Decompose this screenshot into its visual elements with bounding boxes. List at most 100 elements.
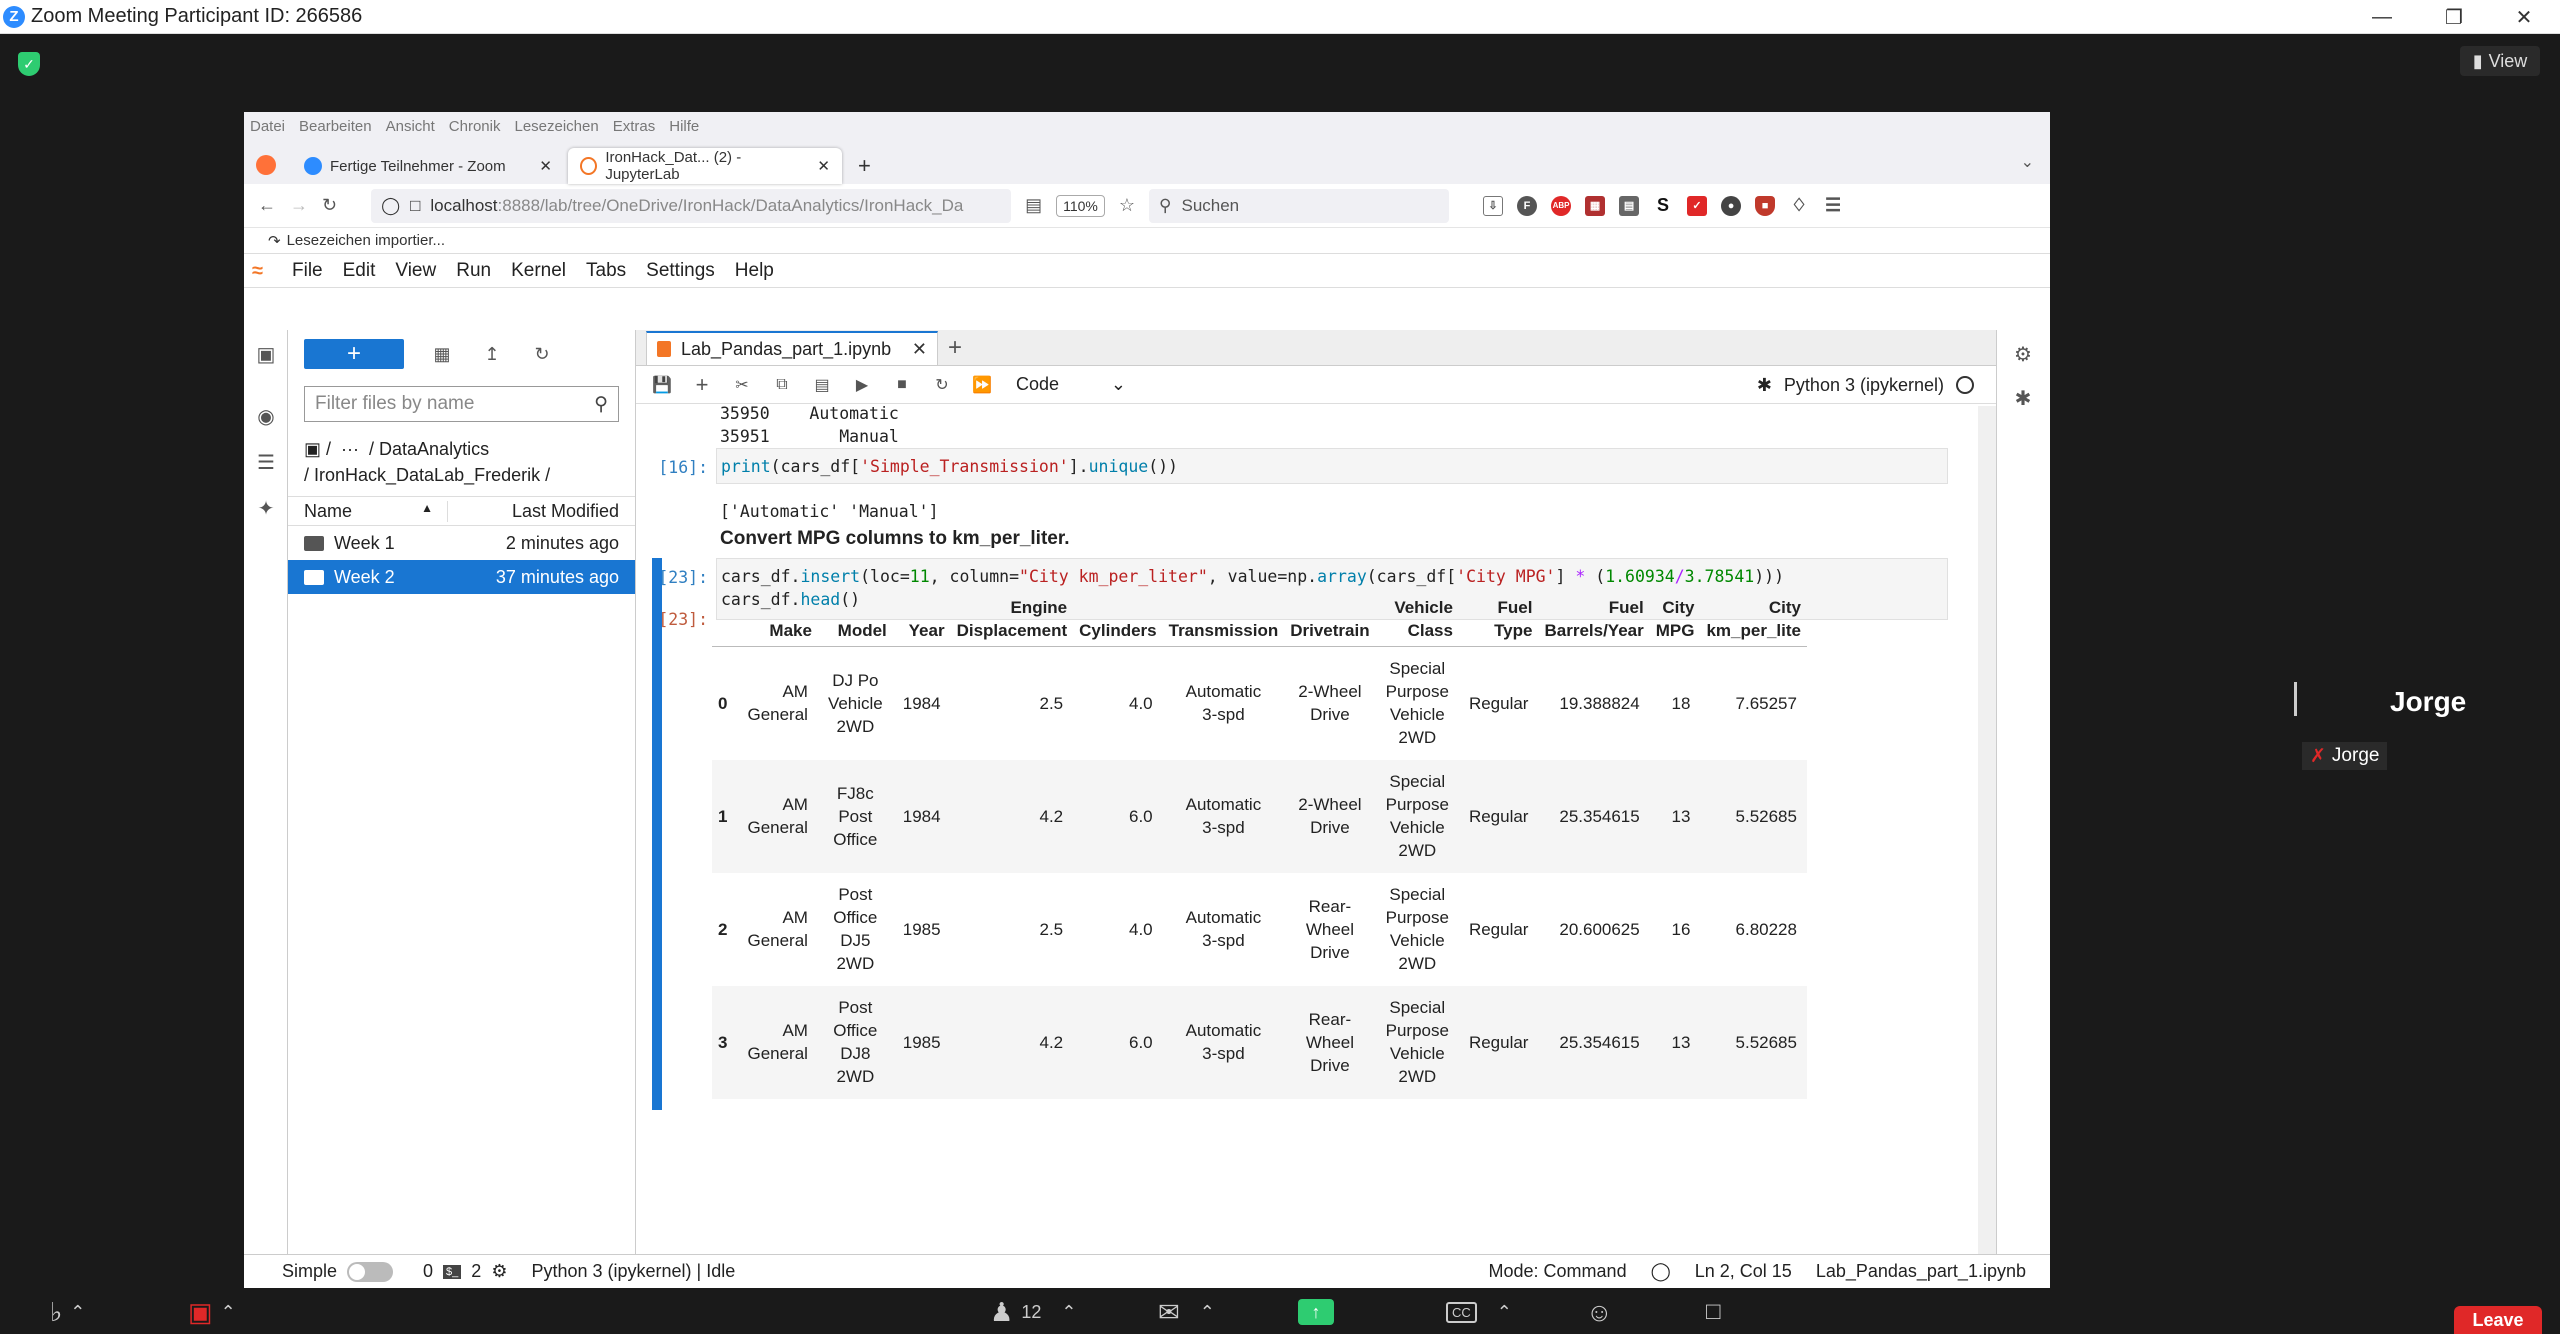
running-icon[interactable]: ◉ xyxy=(254,404,278,428)
new-folder-icon[interactable]: ▦ xyxy=(430,342,454,366)
new-tab-button[interactable]: + xyxy=(846,148,883,184)
column-name-header[interactable]: Name ▲ xyxy=(288,500,448,522)
insert-cell-icon[interactable]: + xyxy=(690,372,714,397)
menu-bearbeiten[interactable]: Bearbeiten xyxy=(299,118,372,135)
menu-datei[interactable]: Datei xyxy=(250,118,285,135)
f-extension-icon[interactable]: F xyxy=(1517,195,1538,216)
toc-icon[interactable]: ☰ xyxy=(254,450,278,474)
upload-icon[interactable]: ↥ xyxy=(480,342,504,366)
mode-indicator[interactable]: Mode: Command xyxy=(1489,1261,1627,1282)
reader-extension-icon[interactable]: ▤ xyxy=(1619,195,1640,216)
restart-icon[interactable]: ↻ xyxy=(930,373,954,397)
todo-extension-icon[interactable]: ▦ xyxy=(1585,195,1606,216)
chevron-up-icon[interactable]: ⌃ xyxy=(70,1302,85,1323)
zoom-level[interactable]: 110% xyxy=(1056,194,1105,217)
participants-control[interactable]: ♟ 12 ⌃ xyxy=(990,1290,1076,1334)
jmenu-tabs[interactable]: Tabs xyxy=(586,260,626,282)
terminal-count[interactable]: 0 xyxy=(423,1261,433,1282)
jmenu-run[interactable]: Run xyxy=(456,260,491,282)
hamburger-menu-icon[interactable]: ☰ xyxy=(1823,195,1844,216)
trusted-shield-icon[interactable]: ◯ xyxy=(1651,1261,1671,1282)
paste-icon[interactable]: ▤ xyxy=(810,373,834,397)
file-row-week-1[interactable]: Week 1 2 minutes ago xyxy=(288,526,635,560)
copy-icon[interactable]: ⧉ xyxy=(770,373,794,397)
jmenu-view[interactable]: View xyxy=(395,260,436,282)
cut-icon[interactable]: ✂ xyxy=(730,373,754,397)
apps-control[interactable]: □ xyxy=(1706,1290,1721,1334)
search-input[interactable]: ⚲ Suchen xyxy=(1149,188,1450,223)
jmenu-help[interactable]: Help xyxy=(735,260,774,282)
minimize-icon[interactable]: — xyxy=(2352,0,2412,34)
video-control[interactable]: ▣ ⌃ xyxy=(188,1290,236,1334)
audio-control[interactable]: ♭ ⌃ xyxy=(50,1290,85,1334)
bookmark-star-icon[interactable]: ☆ xyxy=(1119,195,1135,216)
menu-lesezeichen[interactable]: Lesezeichen xyxy=(514,118,598,135)
pdf-extension-icon[interactable]: ✓ xyxy=(1687,195,1708,216)
page-info-icon[interactable]: □ xyxy=(410,196,420,216)
tab-zoom[interactable]: Fertige Teilnehmer - Zoom ✕ xyxy=(292,148,564,184)
jmenu-edit[interactable]: Edit xyxy=(343,260,376,282)
breadcrumb[interactable]: ▣ / ··· / DataAnalytics / IronHack_DataL… xyxy=(288,430,635,488)
breadcrumb-line1[interactable]: / ··· / DataAnalytics xyxy=(326,439,489,459)
chevron-up-icon[interactable]: ⌃ xyxy=(1200,1302,1215,1323)
extension-icon[interactable]: ● xyxy=(1721,195,1742,216)
reader-mode-icon[interactable]: ▤ xyxy=(1025,195,1042,216)
kernel-status[interactable]: Python 3 (ipykernel) | Idle xyxy=(531,1261,735,1282)
pocket-icon[interactable]: ⇩ xyxy=(1483,195,1504,216)
back-icon[interactable]: ← xyxy=(258,195,276,216)
extensions-puzzle-icon[interactable]: ♢ xyxy=(1789,195,1810,216)
menu-hilfe[interactable]: Hilfe xyxy=(669,118,699,135)
close-tab-icon[interactable]: ✕ xyxy=(912,339,927,360)
simple-mode-toggle[interactable] xyxy=(347,1261,394,1282)
notebook-scrollbar[interactable] xyxy=(1978,406,1996,1254)
reactions-control[interactable]: ☺ xyxy=(1586,1290,1613,1334)
kernel-count[interactable]: 2 xyxy=(471,1261,481,1282)
restore-icon[interactable]: ❐ xyxy=(2424,0,2484,34)
debugger-bug-icon[interactable]: ✱ xyxy=(2011,386,2035,410)
bookmark-import[interactable]: Lesezeichen importier... xyxy=(287,232,445,249)
forward-icon[interactable]: → xyxy=(290,195,308,216)
tab-list-chevron-icon[interactable]: ⌄ xyxy=(2021,152,2034,172)
kernel-indicator[interactable]: ✱ Python 3 (ipykernel) xyxy=(1757,366,1974,404)
cell-16-code[interactable]: print(cars_df['Simple_Transmission'].uni… xyxy=(716,448,1948,484)
folder-icon[interactable]: ▣ xyxy=(254,342,278,366)
stop-icon[interactable]: ■ xyxy=(890,373,914,397)
property-inspector-gear-icon[interactable]: ⚙ xyxy=(2011,342,2035,366)
fast-forward-icon[interactable]: ⏩ xyxy=(970,373,994,397)
notebook-tab[interactable]: Lab_Pandas_part_1.ipynb ✕ xyxy=(646,331,938,365)
captions-control[interactable]: CC ⌃ xyxy=(1446,1290,1512,1334)
cursor-position[interactable]: Ln 2, Col 15 xyxy=(1695,1261,1792,1282)
save-icon[interactable]: 💾 xyxy=(650,373,674,397)
filter-files-input[interactable]: Filter files by name ⚲ xyxy=(304,386,619,422)
menu-ansicht[interactable]: Ansicht xyxy=(386,118,435,135)
extension-manager-icon[interactable]: ✦ xyxy=(254,496,278,520)
tab-close-icon[interactable]: ✕ xyxy=(817,157,830,175)
share-screen-control[interactable]: ↑ xyxy=(1298,1290,1334,1334)
jmenu-file[interactable]: File xyxy=(292,260,323,282)
cell-type-select[interactable]: Code ⌄ xyxy=(1016,374,1126,395)
jmenu-settings[interactable]: Settings xyxy=(646,260,715,282)
run-icon[interactable]: ▶ xyxy=(850,373,874,397)
debugger-bug-icon[interactable]: ✱ xyxy=(1757,375,1772,396)
refresh-icon[interactable]: ↻ xyxy=(530,342,554,366)
url-bar[interactable]: ◯ □ localhost:8888/lab/tree/OneDrive/Iro… xyxy=(371,188,1012,223)
leave-button[interactable]: Leave xyxy=(2454,1306,2542,1334)
reload-icon[interactable]: ↻ xyxy=(322,195,337,216)
home-folder-icon[interactable]: ▣ xyxy=(304,439,321,459)
ublock-icon[interactable]: ■ xyxy=(1755,195,1776,216)
jmenu-kernel[interactable]: Kernel xyxy=(511,260,566,282)
encryption-shield-icon[interactable]: ✓ xyxy=(18,52,40,76)
chevron-up-icon[interactable]: ⌃ xyxy=(221,1302,236,1323)
close-icon[interactable]: ✕ xyxy=(2494,0,2554,34)
chevron-up-icon[interactable]: ⌃ xyxy=(1061,1302,1076,1323)
view-button[interactable]: ▮ View xyxy=(2460,46,2540,76)
adblock-icon[interactable]: ABP xyxy=(1551,195,1572,216)
menu-extras[interactable]: Extras xyxy=(613,118,656,135)
column-modified-header[interactable]: Last Modified xyxy=(448,501,635,522)
chat-control[interactable]: ✉ ⌃ xyxy=(1158,1290,1215,1334)
menu-chronik[interactable]: Chronik xyxy=(449,118,501,135)
firefox-view-icon[interactable] xyxy=(256,155,276,175)
new-launcher-button[interactable]: + xyxy=(304,339,404,369)
breadcrumb-line2[interactable]: / IronHack_DataLab_Frederik / xyxy=(304,462,619,488)
new-launcher-tab-button[interactable]: + xyxy=(938,331,972,365)
